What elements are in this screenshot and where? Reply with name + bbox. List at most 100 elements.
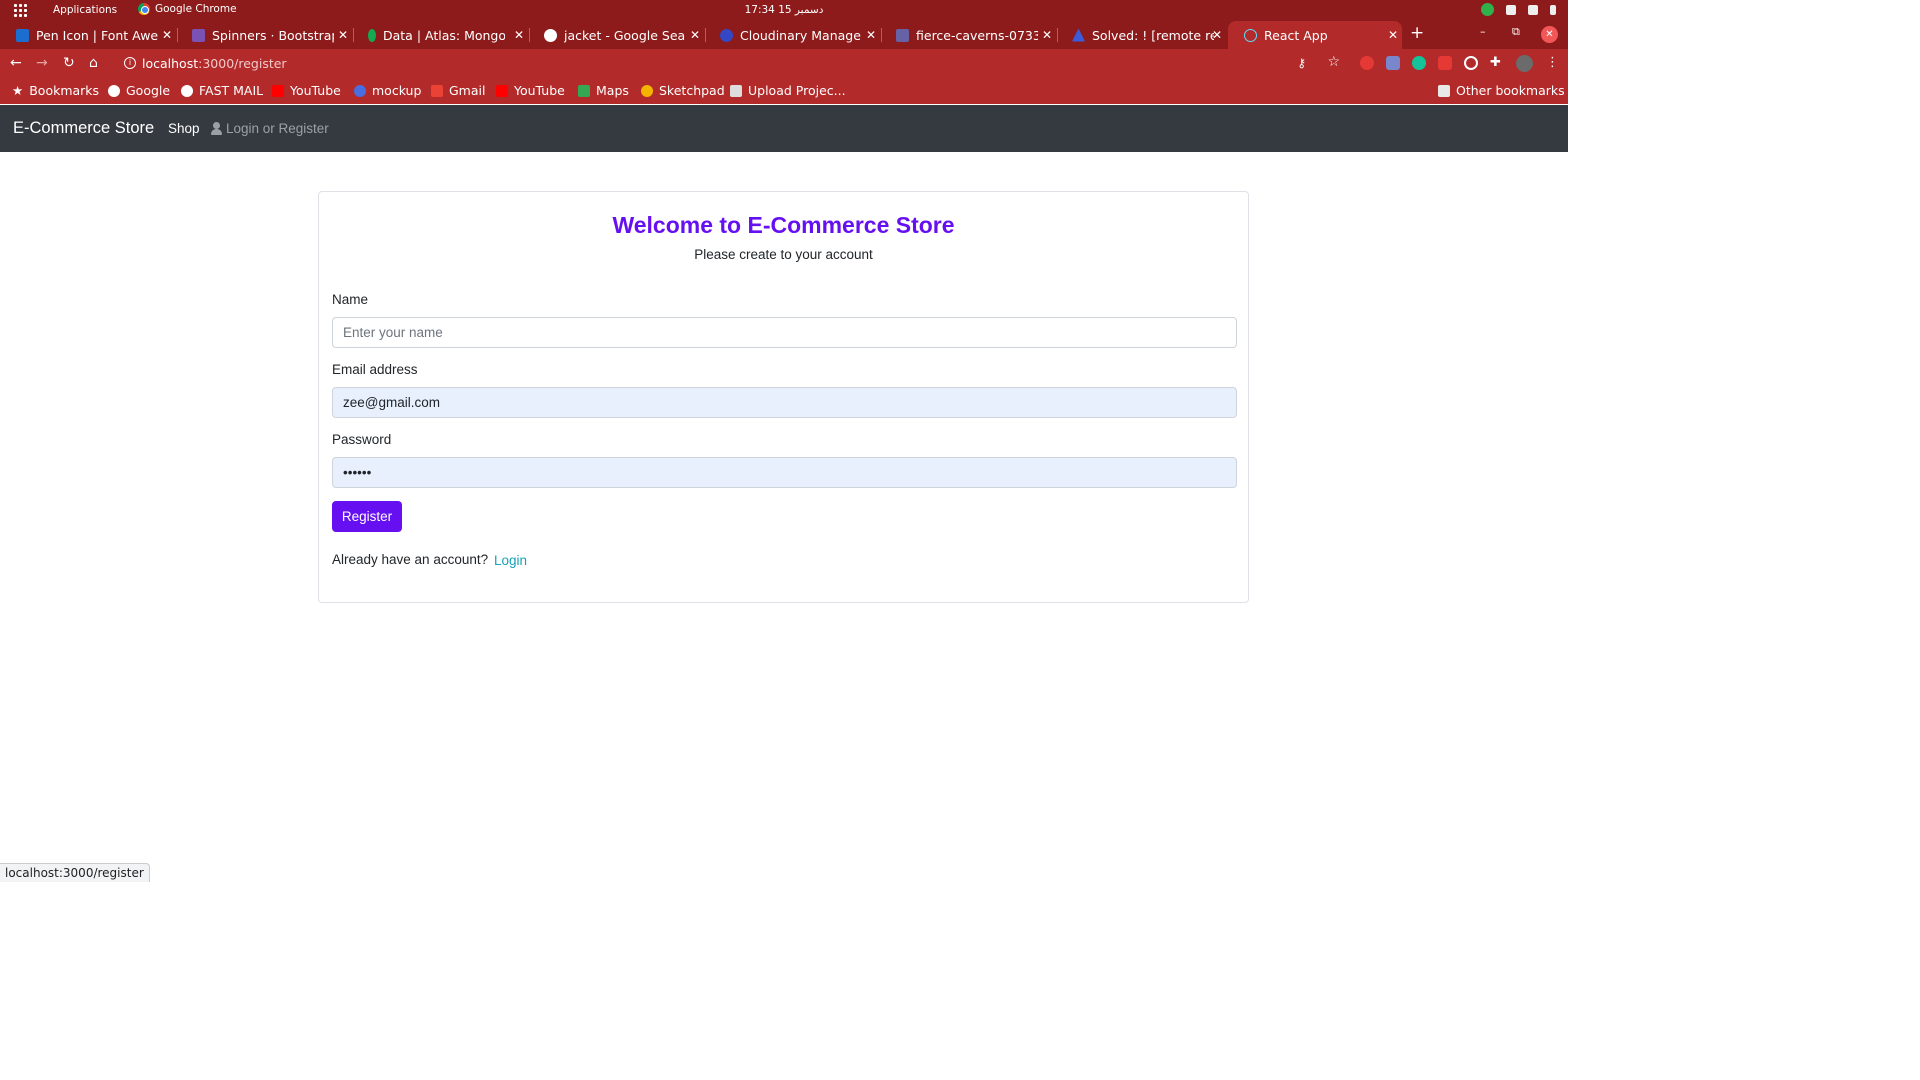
tab-close-icon[interactable]: ✕ — [690, 28, 700, 42]
address-bar[interactable]: i localhost:3000/register ⚷ ☆ — [112, 52, 1354, 75]
folder-icon — [1438, 84, 1450, 97]
tab-close-icon[interactable]: ✕ — [1042, 28, 1052, 42]
bookmark-bookmarks[interactable]: ★ Bookmarks — [12, 83, 99, 98]
restore-window-icon[interactable]: ⧉ — [1512, 25, 1520, 39]
bookmark-label: FAST MAIL — [199, 83, 264, 98]
browser-tab-strip: Pen Icon | Font Awesome ✕ Spinners · Boo… — [0, 21, 1568, 49]
tab-heroku-app[interactable]: fierce-caverns-07335 ✕ — [880, 21, 1056, 49]
extension-target-icon[interactable] — [1464, 56, 1478, 70]
google-favicon-icon — [544, 28, 557, 42]
grammarly-extension-icon[interactable] — [1412, 56, 1426, 70]
bookmark-label: Upload Projec... — [748, 83, 846, 98]
profile-avatar[interactable] — [1516, 55, 1533, 72]
tab-close-icon[interactable]: ✕ — [866, 28, 876, 42]
status-url-bubble: localhost:3000/register — [0, 863, 150, 882]
system-tray[interactable] — [1481, 3, 1556, 16]
back-arrow-icon[interactable]: ← — [10, 55, 22, 71]
tab-mongodb-atlas[interactable]: Data | Atlas: MongoDB ✕ — [352, 21, 528, 49]
bookmarks-bar: ★ Bookmarks Google FAST MAIL YouTube mock… — [0, 78, 1568, 104]
register-button[interactable]: Register — [332, 501, 402, 532]
cloudinary-favicon-icon — [720, 28, 733, 42]
tab-close-icon[interactable]: ✕ — [1212, 28, 1222, 42]
close-window-icon[interactable]: ✕ — [1541, 26, 1558, 43]
name-input[interactable] — [332, 317, 1237, 348]
tab-close-icon[interactable]: ✕ — [1388, 28, 1398, 42]
password-input[interactable] — [332, 457, 1237, 488]
sketchpad-icon — [641, 84, 653, 97]
navbar-brand[interactable]: E-Commerce Store — [13, 119, 154, 138]
react-favicon-icon — [1244, 28, 1257, 42]
tab-close-icon[interactable]: ✕ — [514, 28, 524, 42]
tab-cloudinary[interactable]: Cloudinary Management ✕ — [704, 21, 880, 49]
forward-arrow-icon[interactable]: → — [36, 55, 48, 71]
login-link[interactable]: Login — [494, 553, 527, 568]
bookmark-other[interactable]: Other bookmarks — [1438, 83, 1565, 98]
bookmark-label: Other bookmarks — [1456, 83, 1565, 98]
bookmark-upload-project[interactable]: Upload Projec... — [730, 83, 846, 98]
bookmark-label: Sketchpad — [659, 83, 725, 98]
user-icon — [211, 122, 222, 135]
password-key-icon[interactable]: ⚷ — [1297, 56, 1306, 70]
bookmark-star-icon[interactable]: ☆ — [1327, 54, 1340, 70]
home-icon[interactable]: ⌂ — [89, 55, 98, 71]
bookmark-sketchpad[interactable]: Sketchpad — [641, 83, 725, 98]
name-label: Name — [332, 292, 369, 307]
battery-icon[interactable] — [1550, 4, 1556, 15]
extensions-puzzle-icon[interactable]: ✚ — [1490, 55, 1504, 70]
tab-title: Solved: ! [remote rejected] — [1092, 27, 1214, 43]
tab-solved-remote-rejected[interactable]: Solved: ! [remote rejected] ✕ — [1056, 21, 1226, 49]
os-top-bar: Applications Google Chrome 17:34 15 دسمب… — [0, 0, 1568, 21]
bookmark-mockup[interactable]: mockup — [354, 83, 421, 98]
tab-font-awesome[interactable]: Pen Icon | Font Awesome ✕ — [0, 21, 176, 49]
tab-close-icon[interactable]: ✕ — [338, 28, 348, 42]
tab-title: Cloudinary Management — [740, 27, 862, 43]
mockup-icon — [354, 84, 366, 97]
os-clock[interactable]: 17:34 15 دسمبر — [0, 4, 1568, 16]
url-text[interactable]: localhost:3000/register — [142, 56, 287, 71]
tab-react-app[interactable]: React App ✕ — [1228, 21, 1402, 49]
network-icon[interactable] — [1506, 4, 1516, 15]
google-icon — [108, 84, 120, 97]
extension-gift-icon[interactable] — [1438, 56, 1452, 70]
bookmark-fast-mail[interactable]: FAST MAIL — [181, 83, 263, 98]
tab-title: React App — [1264, 27, 1328, 43]
minimize-window-icon[interactable]: – — [1480, 25, 1486, 38]
page-subtitle: Please create to your account — [694, 247, 873, 262]
volume-icon[interactable] — [1528, 4, 1538, 15]
bookmark-youtube[interactable]: YouTube — [272, 83, 341, 98]
extension-red-icon[interactable] — [1360, 56, 1374, 70]
bookmark-youtube-2[interactable]: YouTube — [496, 83, 565, 98]
app-navbar: E-Commerce Store Shop Login or Register — [0, 105, 1568, 152]
bookmark-label: Google — [126, 83, 171, 98]
google-icon — [181, 84, 193, 97]
email-label: Email address — [332, 362, 418, 377]
reload-icon[interactable]: ↻ — [63, 55, 75, 71]
page-title: Welcome to E-Commerce Store — [612, 212, 955, 238]
browser-toolbar: ← → ↻ ⌂ i localhost:3000/register ⚷ ☆ — [0, 49, 1568, 78]
bookmark-maps[interactable]: Maps — [578, 83, 629, 98]
font-awesome-favicon-icon — [16, 28, 29, 42]
tab-bootstrap-spinners[interactable]: Spinners · Bootstrap ✕ — [176, 21, 352, 49]
email-input[interactable] — [332, 387, 1237, 418]
bookmark-label: YouTube — [514, 83, 565, 98]
chrome-menu-icon[interactable]: ⋮ — [1546, 55, 1560, 70]
tab-google-search[interactable]: jacket - Google Search ✕ — [528, 21, 704, 49]
tab-title: Pen Icon | Font Awesome — [36, 27, 158, 43]
new-tab-plus-icon[interactable]: + — [1410, 23, 1424, 43]
bookmark-label: mockup — [372, 83, 422, 98]
extension-translate-icon[interactable] — [1386, 56, 1400, 70]
bookmark-google[interactable]: Google — [108, 83, 170, 98]
site-info-icon[interactable]: i — [124, 57, 136, 69]
tab-title: jacket - Google Search — [564, 27, 686, 43]
youtube-icon — [272, 84, 284, 97]
nav-link-shop[interactable]: Shop — [168, 121, 200, 136]
nav-link-login-register[interactable]: Login or Register — [211, 121, 329, 136]
atlassian-favicon-icon — [1072, 28, 1085, 42]
upload-icon — [730, 84, 742, 97]
register-card: Welcome to E-Commerce Store Please creat… — [318, 191, 1249, 603]
update-status-icon[interactable] — [1481, 3, 1494, 16]
bookmark-gmail[interactable]: Gmail — [431, 83, 485, 98]
youtube-icon — [496, 84, 508, 97]
star-icon: ★ — [12, 83, 24, 98]
tab-close-icon[interactable]: ✕ — [162, 28, 172, 42]
